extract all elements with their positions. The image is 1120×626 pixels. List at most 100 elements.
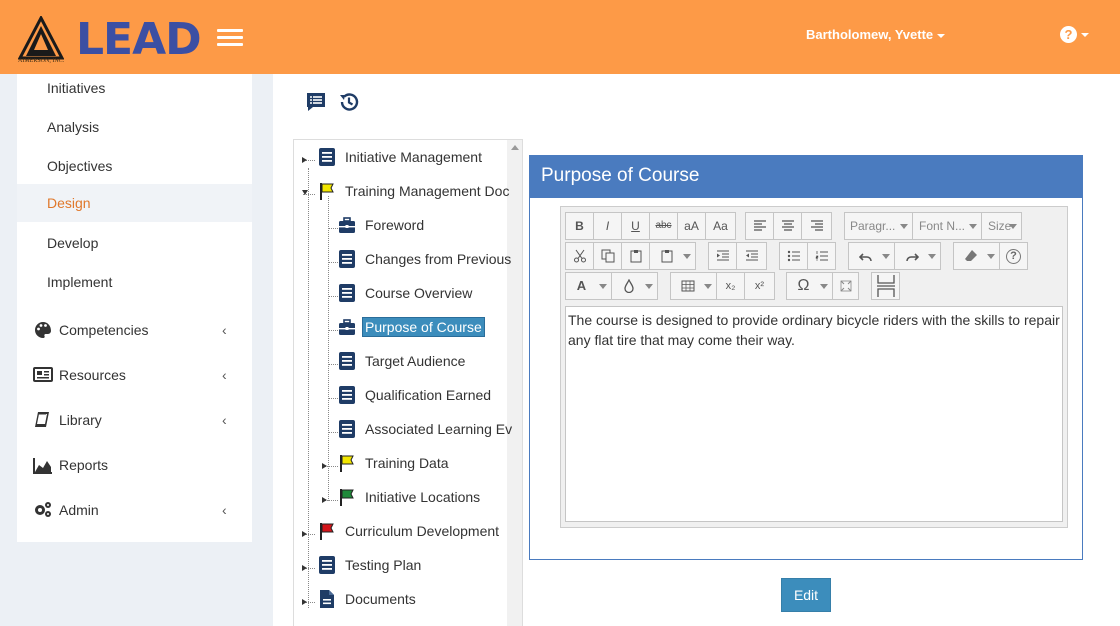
area-chart-icon	[33, 458, 52, 474]
clipboard-icon	[661, 250, 672, 263]
table-icon	[681, 280, 694, 292]
fullscreen-button[interactable]	[832, 272, 859, 300]
briefcase-icon	[339, 319, 355, 335]
paragraph-format-select[interactable]: Paragr...	[844, 212, 913, 240]
table-select[interactable]	[670, 272, 717, 300]
comment-list-icon[interactable]	[305, 91, 327, 113]
background-color-select[interactable]	[611, 272, 658, 300]
bullet-list-icon	[787, 250, 800, 262]
dropdown-arrow-icon	[599, 284, 607, 289]
sidebar-item-design[interactable]: Design	[17, 184, 252, 222]
align-right-button[interactable]	[801, 212, 832, 240]
sidebar-toggle-button[interactable]	[217, 29, 243, 47]
sidebar-item-reports[interactable]: Reports	[17, 455, 252, 495]
document-icon	[339, 386, 355, 404]
font-size-select[interactable]: Size	[981, 212, 1022, 240]
tint-icon	[623, 278, 634, 294]
main-content: Initiative Management Training Managemen…	[273, 74, 1120, 626]
user-menu[interactable]: Bartholomew, Yvette	[806, 27, 946, 42]
help-button[interactable]: ?	[999, 242, 1028, 270]
paste-special-select[interactable]	[649, 242, 696, 270]
rich-text-editor: B I U abc aA Aa Paragr... Font N... Size	[560, 206, 1068, 528]
help-menu[interactable]: ?	[1060, 26, 1089, 44]
numbered-list-button[interactable]	[807, 242, 836, 270]
document-icon	[339, 250, 355, 268]
upper-lower-case-button[interactable]: aA	[677, 212, 706, 240]
expand-icon[interactable]	[302, 599, 307, 605]
page-break-icon	[876, 275, 895, 297]
yellow-flag-icon	[320, 183, 334, 200]
copy-icon	[601, 249, 614, 263]
collapse-icon[interactable]	[302, 190, 308, 195]
user-name: Bartholomew, Yvette	[806, 27, 934, 42]
sidebar-item-develop[interactable]: Develop	[17, 231, 252, 269]
sidebar-item-analysis[interactable]: Analysis	[17, 114, 252, 152]
page-break-button[interactable]	[871, 272, 900, 300]
cut-button[interactable]	[565, 242, 594, 270]
sidebar-item-admin[interactable]: Admin ‹	[17, 500, 252, 540]
outdent-icon	[745, 250, 758, 261]
expand-icon[interactable]	[302, 157, 307, 163]
sidebar-item-implement[interactable]: Implement	[17, 270, 252, 308]
brand-sub: AIMERSON, INC.	[18, 58, 65, 64]
dropdown-arrow-icon	[1009, 224, 1017, 229]
scissors-icon	[573, 249, 586, 263]
expand-icon[interactable]	[302, 565, 307, 571]
dropdown-arrow-icon	[928, 254, 936, 259]
lead-logo[interactable]: LEAD AIMERSON, INC.	[18, 14, 202, 68]
sidebar-item-resources[interactable]: Resources ‹	[17, 365, 252, 405]
align-center-button[interactable]	[773, 212, 802, 240]
bullet-list-button[interactable]	[779, 242, 808, 270]
capitalize-button[interactable]: Aa	[705, 212, 736, 240]
caret-down-icon	[937, 33, 946, 38]
aimerson-logo-icon	[18, 16, 64, 60]
expand-icon[interactable]	[322, 463, 327, 469]
editor-text-area[interactable]: The course is designed to provide ordina…	[565, 306, 1063, 522]
expand-icon[interactable]	[302, 531, 307, 537]
document-icon	[319, 556, 335, 574]
align-left-icon	[753, 220, 766, 231]
document-icon	[339, 352, 355, 370]
subscript-button[interactable]: x₂	[716, 272, 745, 300]
dropdown-arrow-icon	[882, 254, 890, 259]
indent-icon	[716, 250, 729, 261]
font-color-select[interactable]: A	[565, 272, 612, 300]
sidebar-item-initiatives[interactable]: Initiatives	[17, 76, 252, 114]
scroll-up-icon	[511, 145, 519, 150]
indent-button[interactable]	[708, 242, 737, 270]
dropdown-arrow-icon	[969, 224, 977, 229]
dropdown-arrow-icon	[900, 224, 908, 229]
undo-button[interactable]	[848, 242, 895, 270]
dropdown-arrow-icon	[704, 284, 712, 289]
book-icon	[35, 412, 49, 427]
clear-format-select[interactable]	[953, 242, 1000, 270]
question-circle-icon: ?	[1060, 26, 1077, 44]
paste-button[interactable]	[621, 242, 650, 270]
edit-button[interactable]: Edit	[781, 578, 831, 612]
superscript-button[interactable]: x²	[744, 272, 775, 300]
sidebar-item-library[interactable]: Library ‹	[17, 410, 252, 450]
italic-button[interactable]: I	[593, 212, 622, 240]
history-icon[interactable]	[338, 91, 360, 113]
special-character-select[interactable]: Ω	[786, 272, 833, 300]
document-icon	[339, 284, 355, 302]
numbered-list-icon	[815, 251, 828, 261]
bold-button[interactable]: B	[565, 212, 594, 240]
eraser-icon	[964, 250, 977, 261]
chevron-left-icon: ‹	[222, 502, 227, 518]
briefcase-icon	[339, 217, 355, 233]
redo-button[interactable]	[894, 242, 941, 270]
hamburger-icon	[217, 29, 243, 32]
document-icon	[339, 420, 355, 438]
tree-scrollbar[interactable]	[507, 140, 522, 626]
underline-button[interactable]: U	[621, 212, 650, 240]
sidebar-item-competencies[interactable]: Competencies ‹	[17, 320, 252, 360]
document-icon	[319, 148, 335, 166]
expand-icon[interactable]	[322, 497, 327, 503]
copy-button[interactable]	[593, 242, 622, 270]
outdent-button[interactable]	[736, 242, 767, 270]
align-left-button[interactable]	[745, 212, 774, 240]
strikethrough-button[interactable]: abc	[649, 212, 678, 240]
red-flag-icon	[320, 523, 334, 540]
font-name-select[interactable]: Font N...	[912, 212, 982, 240]
